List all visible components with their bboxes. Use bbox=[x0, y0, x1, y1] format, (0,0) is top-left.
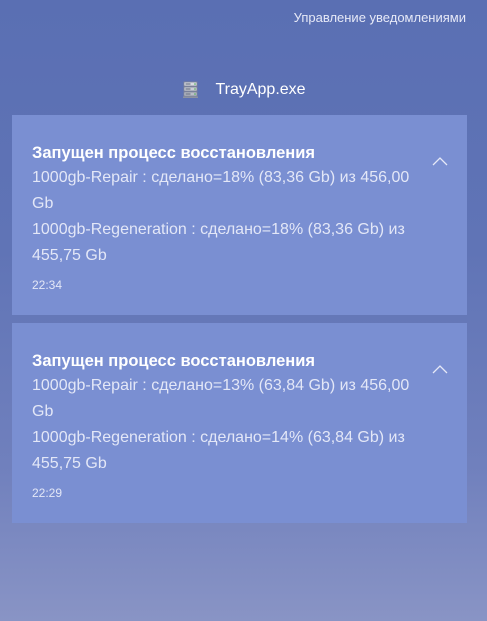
chevron-up-icon[interactable] bbox=[431, 363, 449, 375]
app-name: TrayApp.exe bbox=[215, 81, 306, 98]
notification-line-repair: 1000gb-Repair : сделано=13% (63,84 Gb) и… bbox=[32, 377, 410, 420]
notification-line-regeneration: 1000gb-Regeneration : сделано=18% (83,36… bbox=[32, 221, 405, 264]
manage-notifications-link[interactable]: Управление уведомлениями bbox=[294, 10, 466, 25]
notification-line-repair: 1000gb-Repair : сделано=18% (83,36 Gb) и… bbox=[32, 169, 410, 212]
notification-card[interactable]: Запущен процесс восстановления 1000gb-Re… bbox=[12, 323, 467, 523]
app-group-header: TrayApp.exe bbox=[0, 78, 487, 102]
notification-title: Запущен процесс восстановления bbox=[32, 144, 316, 162]
notification-title: Запущен процесс восстановления bbox=[32, 352, 316, 370]
notification-line-regeneration: 1000gb-Regeneration : сделано=14% (63,84… bbox=[32, 429, 405, 472]
notification-time: 22:34 bbox=[32, 278, 63, 292]
server-stack-icon bbox=[183, 81, 199, 98]
notification-card[interactable]: Запущен процесс восстановления 1000gb-Re… bbox=[12, 115, 467, 315]
notification-time: 22:29 bbox=[32, 486, 63, 500]
chevron-up-icon[interactable] bbox=[431, 155, 449, 167]
